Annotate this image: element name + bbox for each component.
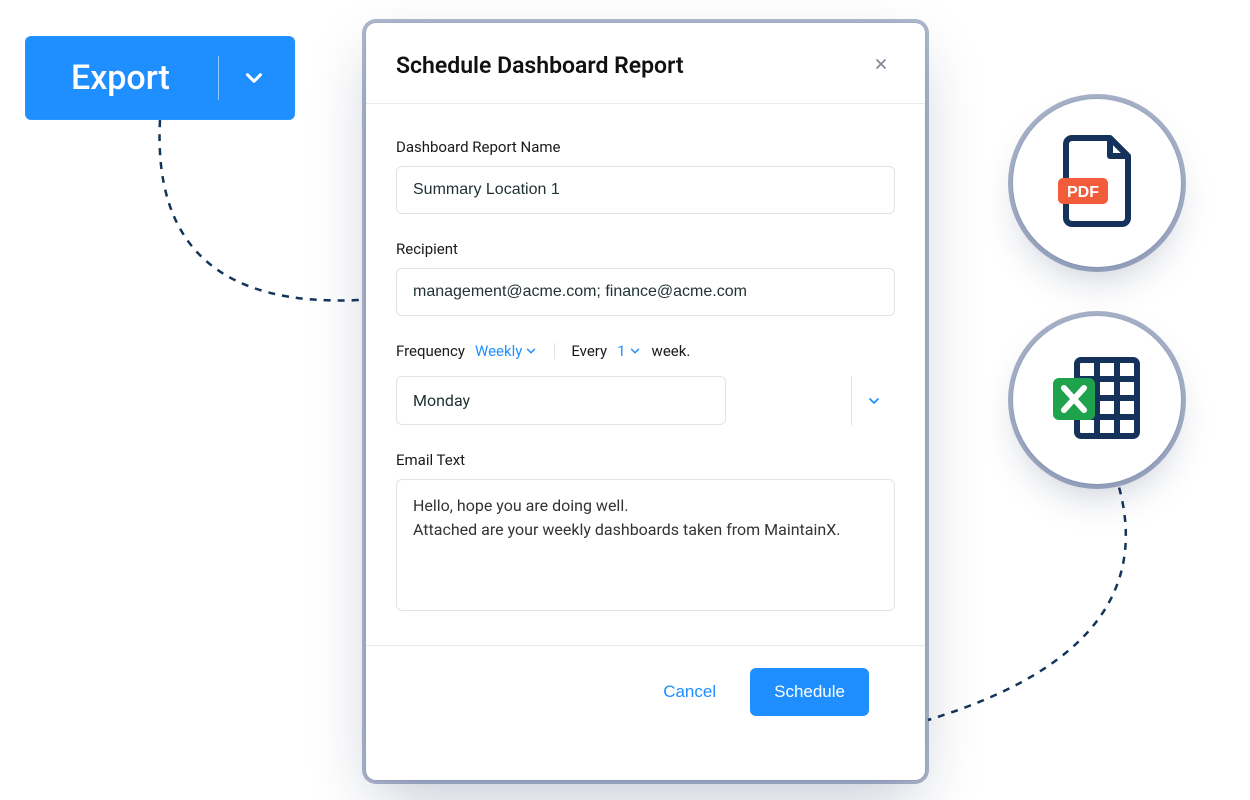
schedule-report-modal: Schedule Dashboard Report Dashboard Repo… [366,23,925,780]
every-value: 1 [617,342,625,360]
report-name-field: Dashboard Report Name [396,138,895,214]
recipient-input[interactable] [396,268,895,316]
export-button[interactable]: Export [25,36,295,120]
report-name-input[interactable] [396,166,895,214]
excel-file-icon [1049,354,1145,446]
pdf-export-badge: PDF [1013,99,1181,267]
chevron-down-icon [851,376,895,425]
export-button-label: Export [71,58,170,98]
modal-header: Schedule Dashboard Report [366,23,925,104]
frequency-label: Frequency [396,342,465,360]
email-text-field: Email Text [396,451,895,615]
chevron-down-icon [241,65,267,91]
recipient-label: Recipient [396,240,895,258]
modal-body: Dashboard Report Name Recipient Frequenc… [366,104,925,738]
frequency-row: Frequency Weekly Every 1 week. [396,342,895,360]
recipient-field: Recipient [396,240,895,316]
frequency-separator [554,343,555,359]
every-label: Every [571,342,607,360]
close-icon[interactable] [867,49,895,81]
cancel-button[interactable]: Cancel [647,670,732,714]
day-select[interactable]: Monday [396,376,726,425]
frequency-value: Weekly [475,342,522,360]
schedule-button[interactable]: Schedule [750,668,869,716]
frequency-dropdown[interactable]: Weekly [475,342,538,360]
excel-export-badge [1013,316,1181,484]
every-suffix: week. [652,342,691,360]
email-text-label: Email Text [396,451,895,469]
pdf-file-icon: PDF [1056,134,1138,232]
pdf-badge-label: PDF [1067,184,1099,201]
day-select-wrap: Monday [396,376,895,425]
every-dropdown[interactable]: 1 [617,342,641,360]
email-text-input[interactable] [396,479,895,611]
modal-footer: Cancel Schedule [396,646,895,738]
report-name-label: Dashboard Report Name [396,138,895,156]
modal-title: Schedule Dashboard Report [396,52,684,79]
export-button-divider [218,56,219,100]
